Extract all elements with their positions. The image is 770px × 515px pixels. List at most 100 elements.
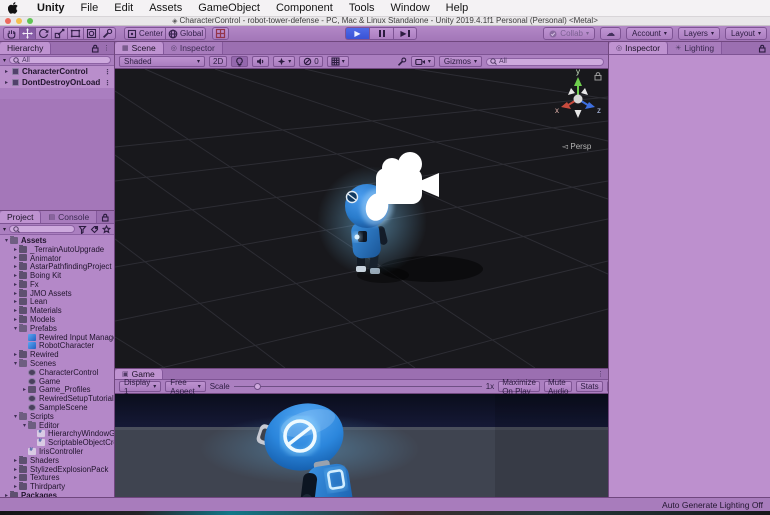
menu-item[interactable]: Assets <box>141 2 190 14</box>
project-tree-item[interactable]: SampleScene <box>0 403 114 412</box>
stats-toggle[interactable]: Stats <box>576 381 602 392</box>
project-tree-item[interactable]: ▸ Shaders <box>0 456 114 465</box>
custom-tools-button[interactable] <box>99 27 116 40</box>
scale-slider-thumb[interactable] <box>254 383 261 390</box>
layout-dropdown[interactable]: Layout▾ <box>725 27 767 40</box>
maximize-on-play-toggle[interactable]: Maximize On Play <box>498 381 540 392</box>
move-tool-button[interactable] <box>19 27 35 40</box>
expand-arrow-icon[interactable]: ▸ <box>12 474 19 481</box>
pause-button[interactable] <box>369 27 393 40</box>
project-search-input[interactable] <box>9 225 75 233</box>
scale-slider[interactable] <box>234 386 482 387</box>
expand-arrow-icon[interactable]: ▸ <box>12 457 19 464</box>
expand-arrow-icon[interactable]: ▾ <box>12 413 19 420</box>
scene-audio-toggle[interactable] <box>252 56 269 67</box>
expand-arrow-icon[interactable]: ▸ <box>12 246 19 253</box>
rotate-tool-button[interactable] <box>35 27 51 40</box>
menu-item[interactable]: Edit <box>106 2 141 14</box>
tab-inspector-docked[interactable]: ◎Inspector <box>164 42 223 54</box>
menu-item[interactable]: Window <box>383 2 438 14</box>
menu-item[interactable]: Component <box>268 2 341 14</box>
expand-arrow-icon[interactable]: ▸ <box>12 483 19 490</box>
expand-arrow-icon[interactable]: ▾ <box>12 360 19 367</box>
save-search-icon[interactable] <box>102 225 111 234</box>
project-tree-item[interactable]: ▸ Game_Profiles <box>0 386 114 395</box>
mute-audio-toggle[interactable]: Mute Audio <box>544 381 572 392</box>
project-tree-item[interactable]: ▸ Thirdparty <box>0 482 114 491</box>
scene-gizmos-dropdown[interactable]: Gizmos▾ <box>439 56 482 67</box>
inspector-empty-body[interactable] <box>609 55 770 497</box>
project-tree-item[interactable]: IrisController <box>0 447 114 456</box>
project-tree-item[interactable]: ▸ StylizedExplosionPack <box>0 465 114 474</box>
scene-grid-dropdown[interactable]: ▾ <box>327 56 349 67</box>
menu-item[interactable]: Help <box>438 2 477 14</box>
tab-inspector[interactable]: ◎Inspector <box>609 42 668 54</box>
project-tree-item[interactable]: CharacterControl <box>0 368 114 377</box>
hierarchy-empty-area[interactable] <box>0 99 114 210</box>
expand-arrow-icon[interactable]: ▸ <box>12 316 19 323</box>
kebab-menu-icon[interactable]: ⋮ <box>104 79 114 87</box>
expand-arrow-icon[interactable]: ▸ <box>12 298 19 305</box>
lock-icon[interactable] <box>101 213 109 222</box>
expand-arrow-icon[interactable]: ▸ <box>12 351 19 358</box>
step-button[interactable]: ▶ <box>393 27 417 40</box>
kebab-menu-icon[interactable]: ⋮ <box>103 44 110 52</box>
hand-tool-button[interactable] <box>3 27 19 40</box>
project-tree-item[interactable]: Game <box>0 377 114 386</box>
display-dropdown[interactable]: Display 1▾ <box>119 381 161 392</box>
expand-arrow-icon[interactable]: ▸ <box>12 281 19 288</box>
project-tree-item[interactable]: ▾ Scripts <box>0 412 114 421</box>
shading-mode-dropdown[interactable]: Shaded▾ <box>119 56 205 67</box>
layers-dropdown[interactable]: Layers▾ <box>678 27 720 40</box>
project-tree-item[interactable]: ▾ Assets <box>0 236 114 245</box>
lighting-status-message[interactable]: Auto Generate Lighting Off <box>662 500 770 510</box>
expand-arrow-icon[interactable]: ▸ <box>12 263 19 270</box>
2d-toggle[interactable]: 2D <box>209 56 227 67</box>
project-tree-item[interactable]: ▸ Animator <box>0 254 114 263</box>
search-by-type-icon[interactable] <box>78 225 87 234</box>
project-tree-item[interactable]: RobotCharacter <box>0 342 114 351</box>
pivot-rotation-button[interactable]: Global <box>165 27 206 40</box>
expand-arrow-icon[interactable]: ▸ <box>3 79 10 86</box>
menu-item[interactable]: Unity <box>29 2 73 14</box>
account-dropdown[interactable]: Account▾ <box>626 27 673 40</box>
scene-visibility-toggle[interactable]: 0 <box>299 56 322 67</box>
project-tree-item[interactable]: ▸ AstarPathfindingProject <box>0 262 114 271</box>
hierarchy-search-input[interactable]: All <box>9 56 111 64</box>
tab-lighting[interactable]: ☀Lighting <box>668 42 722 54</box>
expand-arrow-icon[interactable]: ▾ <box>12 325 19 332</box>
project-tree-item[interactable]: ▾ Scenes <box>0 359 114 368</box>
expand-arrow-icon[interactable]: ▸ <box>12 466 19 473</box>
collab-dropdown[interactable]: Collab▾ <box>543 27 595 40</box>
kebab-menu-icon[interactable]: ⋮ <box>597 370 604 378</box>
apple-icon[interactable] <box>8 2 19 14</box>
play-button[interactable]: ▶ <box>345 27 369 40</box>
game-viewport[interactable] <box>115 394 608 497</box>
scale-tool-button[interactable] <box>51 27 67 40</box>
scene-lighting-toggle[interactable] <box>231 56 248 67</box>
project-tree-item[interactable]: ▸ Fx <box>0 280 114 289</box>
scene-viewport[interactable]: y x z ◅ Persp <box>115 69 608 368</box>
expand-arrow-icon[interactable]: ▸ <box>3 68 10 75</box>
expand-arrow-icon[interactable]: ▸ <box>21 386 28 393</box>
aspect-dropdown[interactable]: Free Aspect▾ <box>165 381 205 392</box>
tab-hierarchy[interactable]: Hierarchy <box>0 42 51 54</box>
project-tree-item[interactable]: ▸ Rewired <box>0 350 114 359</box>
project-tree-item[interactable]: ▸ _TerrainAutoUpgrade <box>0 245 114 254</box>
expand-arrow-icon[interactable]: ▾ <box>21 422 28 429</box>
project-tree-item[interactable]: HierarchyWindowGroupHea <box>0 430 114 439</box>
scene-effects-dropdown[interactable]: ▾ <box>273 56 295 67</box>
project-tree-item[interactable]: ▸ Materials <box>0 306 114 315</box>
expand-arrow-icon[interactable]: ▸ <box>12 290 19 297</box>
expand-arrow-icon[interactable]: ▾ <box>3 237 10 244</box>
project-tree-item[interactable]: RewiredSetupTutorial <box>0 394 114 403</box>
lock-icon[interactable] <box>91 44 99 53</box>
expand-arrow-icon[interactable]: ▸ <box>12 272 19 279</box>
search-by-label-icon[interactable] <box>90 225 99 234</box>
create-dropdown-icon[interactable]: ▾ <box>3 57 6 64</box>
project-tree-item[interactable]: Rewired Input Manager <box>0 333 114 342</box>
tab-project[interactable]: Project <box>0 211 41 223</box>
create-dropdown-icon[interactable]: ▾ <box>3 226 6 233</box>
component-tools-icon[interactable] <box>397 57 407 67</box>
menu-item[interactable]: Tools <box>341 2 383 14</box>
